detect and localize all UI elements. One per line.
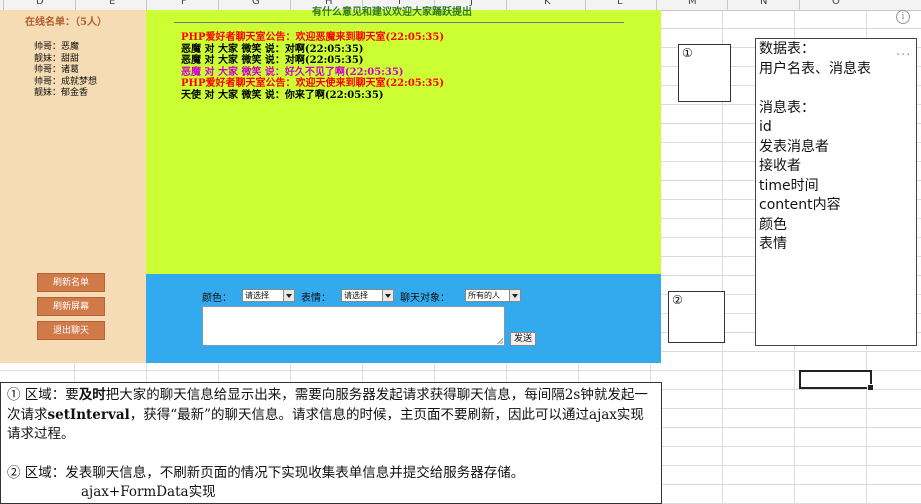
online-user-item[interactable]: 帅哥：成就梦想 [34,77,97,89]
online-user-item[interactable]: 帅哥：恶魔 [34,42,97,54]
notes-line: 数据表： [759,41,815,57]
selected-cell[interactable] [799,370,874,391]
column-header[interactable]: F [181,0,187,7]
online-user-item[interactable]: 靓妹：甜甜 [34,54,97,66]
chat-target-label: 聊天对象： [400,293,450,304]
message-input[interactable] [202,306,505,346]
more-options-icon[interactable]: ··· [896,48,911,63]
chat-target-select-value: 所有的人 [468,291,500,300]
column-header[interactable]: D [36,0,44,7]
emotion-label: 表情： [301,293,331,304]
color-select[interactable]: 请选择 [242,289,295,302]
color-label: 颜色： [202,293,232,304]
online-user-list: 帅哥：恶魔 靓妹：甜甜 帅哥：诸葛 帅哥：成就梦想 靓妹：郁金香 [34,42,97,100]
info-icon[interactable]: i [896,10,910,24]
online-user-item[interactable]: 帅哥：诸葛 [34,65,97,77]
column-header[interactable]: N [760,0,767,7]
notes-line: content内容 [759,197,841,213]
exit-chat-button[interactable]: 退出聊天 [37,321,105,340]
description-textbox[interactable]: ① 区域：要及时把大家的聊天信息给显示出来，需要向服务器发起请求获得聊天信息，每… [0,382,662,504]
emotion-select-value: 请选择 [344,291,368,300]
chat-message: PHP爱好者聊天室公告：欢迎天使来到聊天室(22:05:35) [181,78,445,89]
chevron-down-icon [509,290,520,301]
notes-line: time时间 [759,177,819,194]
notes-line: 表情 [759,236,787,252]
chat-message: 恶魔 对 大家 微笑 说：对啊(22:05:35) [181,43,364,55]
online-list-title: 在线名单：（5人） [25,17,107,28]
column-header[interactable]: E [109,0,115,7]
send-button[interactable]: 发送 [510,332,536,346]
chat-message: PHP爱好者聊天室公告：欢迎恶魔来到聊天室(22:05:35) [181,32,445,43]
notes-line [759,79,913,99]
online-user-sidebar: 在线名单：（5人） 帅哥：恶魔 靓妹：甜甜 帅哥：诸葛 帅哥：成就梦想 靓妹：郁… [0,10,146,363]
chat-message-area: 有什么意见和建议欢迎大家踊跃提出 PHP爱好者聊天室公告：欢迎恶魔来到聊天室(2… [146,7,661,274]
message-list: PHP爱好者聊天室公告：欢迎恶魔来到聊天室(22:05:35) 恶魔 对 大家 微… [181,32,444,101]
column-header[interactable]: M [688,0,697,7]
column-header[interactable]: L [617,0,623,7]
region-2-description: ② 区域：发表聊天信息，不刷新页面的情况下实现收集表单信息并提交给服务器存储。 [7,464,525,481]
chat-message: 天使 对 大家 微笑 说：你来了啊(22:05:35) [181,89,384,101]
column-header[interactable]: G [252,0,260,7]
column-header[interactable]: O [832,0,840,7]
region-1-description: ① 区域：要及时把大家的聊天信息给显示出来，需要向服务器发起请求获得聊天信息，每… [7,387,648,442]
notes-line: 颜色 [759,216,787,233]
marker-number: ② [672,293,683,307]
resize-grip-icon[interactable] [497,338,503,344]
refresh-list-button[interactable]: 刷新名单 [37,273,105,292]
region-2-implementation: ajax+FormData实现 [81,484,216,500]
column-header[interactable]: K [544,0,551,7]
refresh-screen-button[interactable]: 刷新屏幕 [37,297,105,316]
notes-line: id [759,119,772,135]
region-marker-1[interactable]: ① [678,44,731,102]
color-select-value: 请选择 [245,291,269,300]
notes-line: 接收者 [759,158,801,174]
chat-header-text: 有什么意见和建议欢迎大家踊跃提出 [312,7,472,18]
compose-area: 颜色： 请选择 表情： 请选择 聊天对象： 所有的人 发送 [146,274,661,363]
chat-message: 恶魔 对 大家 微笑 说：好久不见了啊(22:05:35) [181,66,404,78]
chevron-down-icon [283,290,294,301]
data-table-notes[interactable]: 数据表： 用户名表、消息表 消息表： id 发表消息者接收者 time时间 content内… [755,38,917,346]
notes-line: 消息表： [759,99,815,116]
chat-divider [174,22,624,23]
emotion-select[interactable]: 请选择 [341,289,394,302]
chevron-down-icon [382,290,393,301]
online-user-item[interactable]: 靓妹：郁金香 [34,88,97,100]
chat-message: 恶魔 对 大家 微笑 说：对啊(22:05:35) [181,55,364,66]
region-marker-2[interactable]: ② [668,291,725,343]
notes-line: 发表消息者 [759,138,829,155]
marker-number: ① [682,46,693,60]
notes-line: 用户名表、消息表 [759,60,871,77]
chat-target-select[interactable]: 所有的人 [465,289,521,302]
